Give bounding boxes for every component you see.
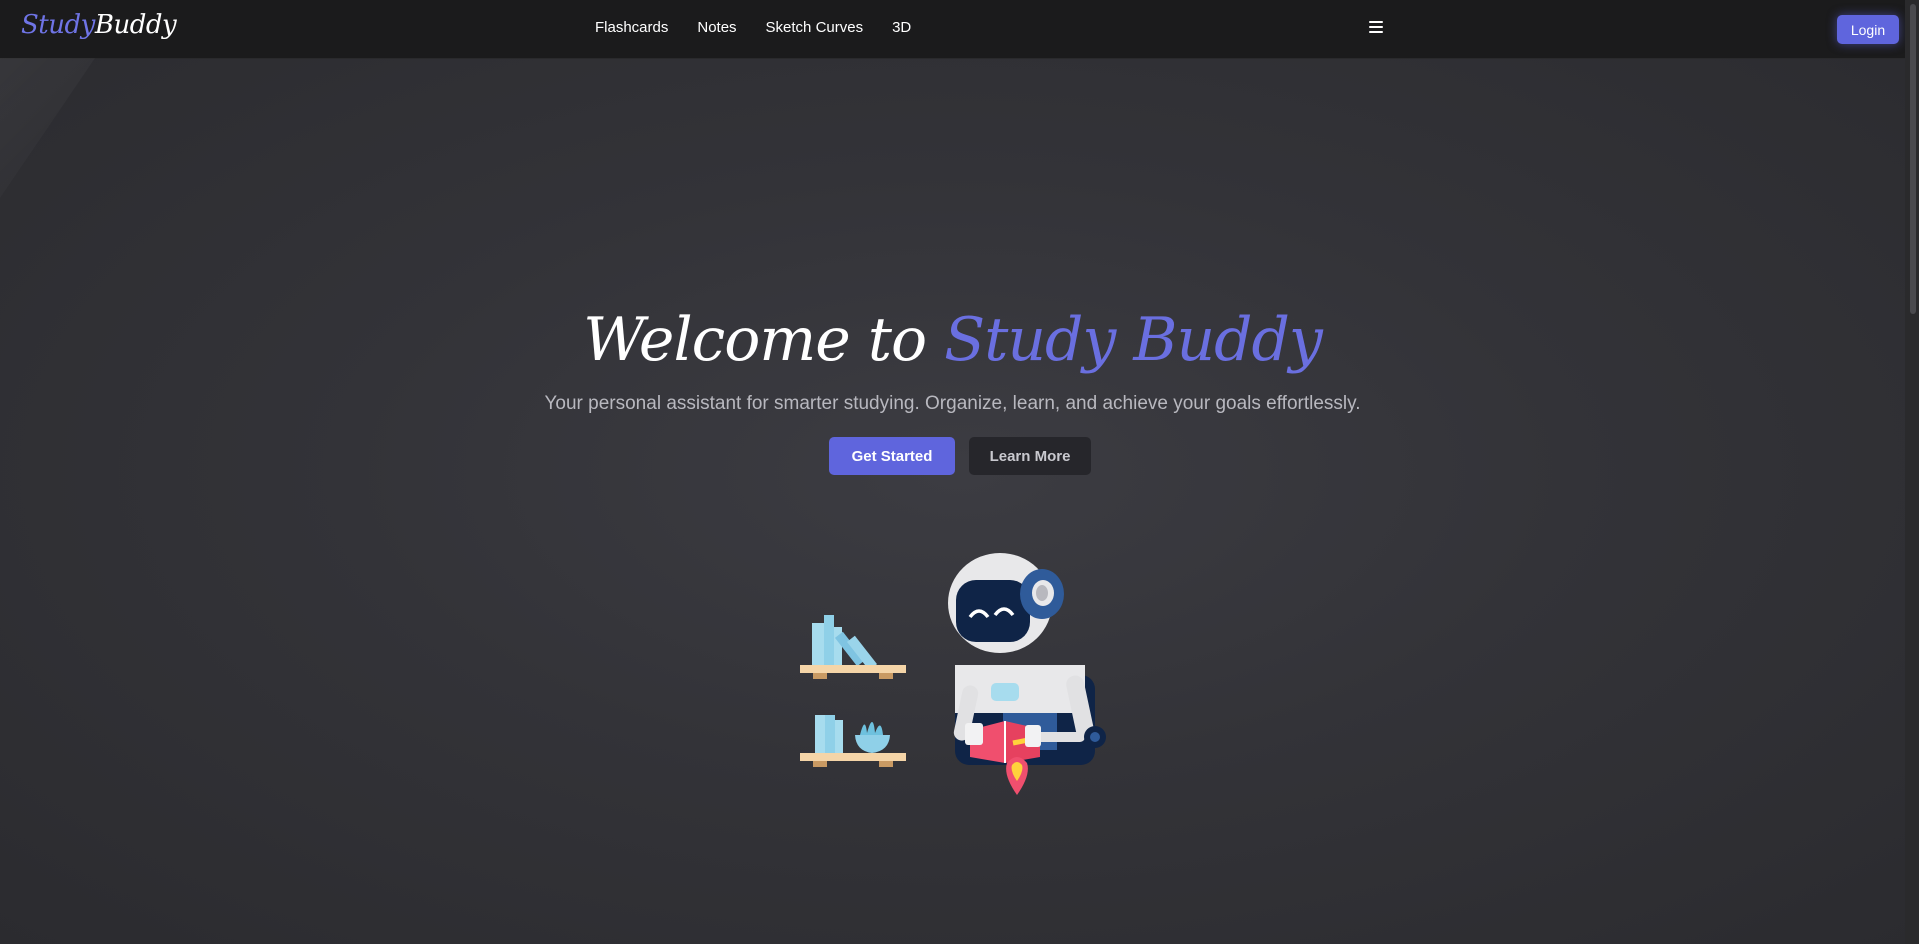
hero-title-highlight: Study Buddy [944, 305, 1323, 375]
learn-more-button[interactable]: Learn More [969, 437, 1091, 475]
robot-reading-illustration [800, 553, 1106, 795]
nav-link-sketch-curves[interactable]: Sketch Curves [766, 19, 864, 36]
top-navbar: StudyBuddy Flashcards Notes Sketch Curve… [0, 0, 1919, 59]
login-button[interactable]: Login [1837, 15, 1899, 44]
brand-logo[interactable]: StudyBuddy [21, 10, 177, 40]
nav-link-flashcards[interactable]: Flashcards [595, 19, 668, 36]
hero-title: Welcome to Study Buddy [0, 305, 1905, 375]
nav-links: Flashcards Notes Sketch Curves 3D [595, 19, 911, 36]
scrollbar-thumb[interactable] [1910, 4, 1916, 314]
nav-link-notes[interactable]: Notes [697, 19, 736, 36]
hero-title-prefix: Welcome to [583, 305, 945, 375]
lower-bookshelf-icon [800, 715, 906, 767]
nav-link-3d[interactable]: 3D [892, 19, 911, 36]
decorative-corner-glow [0, 58, 95, 198]
get-started-button[interactable]: Get Started [829, 437, 955, 475]
upper-bookshelf-icon [800, 615, 906, 679]
page-scrollbar[interactable] [1905, 0, 1919, 944]
logo-study-text: Study [21, 10, 95, 40]
hamburger-menu-icon[interactable] [1369, 21, 1383, 35]
logo-buddy-text: Buddy [94, 10, 177, 40]
robot-icon [948, 553, 1106, 795]
hero-subtitle: Your personal assistant for smarter stud… [544, 393, 1361, 414]
